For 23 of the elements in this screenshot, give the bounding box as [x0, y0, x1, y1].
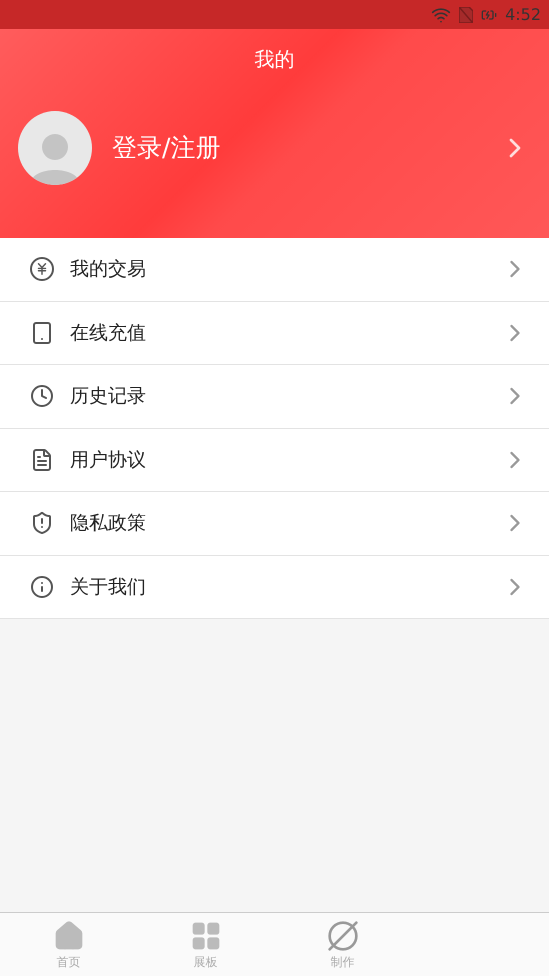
menu-item[interactable]: 在线充值: [0, 302, 549, 365]
page-title: 我的: [254, 46, 296, 73]
no-sim-icon: [459, 6, 474, 22]
home-icon: [52, 920, 84, 952]
menu-item[interactable]: 隐私政策: [0, 492, 549, 556]
menu-label: 关于我们: [70, 574, 147, 600]
clock-icon: [30, 384, 54, 408]
circle-slash-icon: [326, 920, 358, 952]
menu-label: 我的交易: [70, 257, 147, 282]
menu-label: 在线充值: [70, 320, 147, 346]
info-icon: [30, 574, 54, 599]
clock-time: 4:52: [505, 4, 541, 26]
menu-item[interactable]: 用户协议: [0, 428, 549, 492]
menu-label: 用户协议: [70, 448, 147, 472]
menu-item[interactable]: 历史记录: [0, 365, 549, 428]
shield-icon: [30, 511, 54, 536]
menu-item[interactable]: 我的交易: [0, 238, 549, 302]
menu-label: 历史记录: [70, 384, 147, 409]
document-icon: [30, 448, 54, 472]
grid-icon: [190, 920, 222, 952]
menu-item[interactable]: 关于我们: [0, 556, 549, 619]
tablet-icon: [30, 320, 54, 345]
menu-label: 隐私政策: [70, 511, 147, 536]
